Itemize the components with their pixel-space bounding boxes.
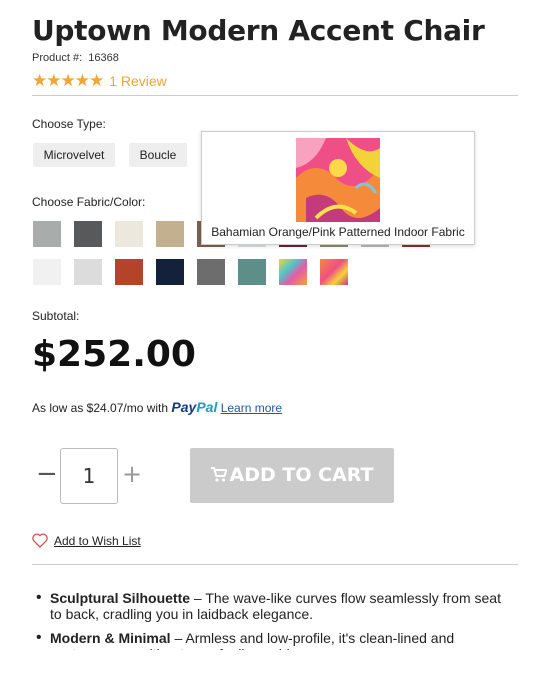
add-to-wishlist[interactable]: Add to Wish List <box>32 533 141 548</box>
subtotal-price: $252.00 <box>32 334 196 375</box>
quantity-input[interactable]: 1 <box>60 448 118 504</box>
fabric-swatch[interactable] <box>279 259 307 285</box>
divider <box>32 564 518 565</box>
fabric-swatch[interactable] <box>320 259 348 285</box>
heart-icon <box>32 533 48 548</box>
fabric-label: Choose Fabric/Color: <box>32 195 146 209</box>
fabric-tooltip: Bahamian Orange/Pink Patterned Indoor Fa… <box>201 131 475 245</box>
type-label: Choose Type: <box>32 117 106 131</box>
quantity-increase-button[interactable]: + <box>122 458 142 490</box>
wishlist-label: Add to Wish List <box>54 533 141 548</box>
fabric-pattern-preview <box>296 138 380 222</box>
paypal-financing: As low as $24.07/mo with PayPal Learn mo… <box>32 399 283 415</box>
fabric-swatch[interactable] <box>74 221 102 247</box>
quantity-decrease-button[interactable]: − <box>36 458 58 490</box>
list-item: Sculptural Silhouette – The wave-like cu… <box>32 590 502 622</box>
fabric-swatch[interactable] <box>238 259 266 285</box>
product-title: Uptown Modern Accent Chair <box>32 14 485 47</box>
fabric-swatch[interactable] <box>33 259 61 285</box>
product-number: Product #: 16368 <box>32 52 119 64</box>
star-rating-icon: ★★★★★ <box>32 71 104 91</box>
fabric-swatch[interactable] <box>197 259 225 285</box>
tooltip-label: Bahamian Orange/Pink Patterned Indoor Fa… <box>211 225 465 239</box>
review-link[interactable]: 1 Review <box>109 73 167 89</box>
fabric-swatch[interactable] <box>115 221 143 247</box>
fabric-swatch[interactable] <box>74 259 102 285</box>
fabric-swatch[interactable] <box>33 221 61 247</box>
divider <box>32 95 518 96</box>
learn-more-link[interactable]: Learn more <box>221 401 282 415</box>
content-fade <box>0 650 550 696</box>
type-option-boucle[interactable]: Boucle <box>129 143 187 167</box>
fabric-swatch[interactable] <box>156 259 184 285</box>
add-to-cart-button[interactable]: ADD TO CART <box>190 448 394 503</box>
cart-icon <box>210 467 228 482</box>
rating: ★★★★★ 1 Review <box>32 71 167 91</box>
type-option-microvelvet[interactable]: Microvelvet <box>33 143 115 167</box>
subtotal-label: Subtotal: <box>32 309 80 323</box>
fabric-swatch[interactable] <box>156 221 184 247</box>
fabric-swatch[interactable] <box>115 259 143 285</box>
paypal-logo: PayPal <box>171 399 218 415</box>
